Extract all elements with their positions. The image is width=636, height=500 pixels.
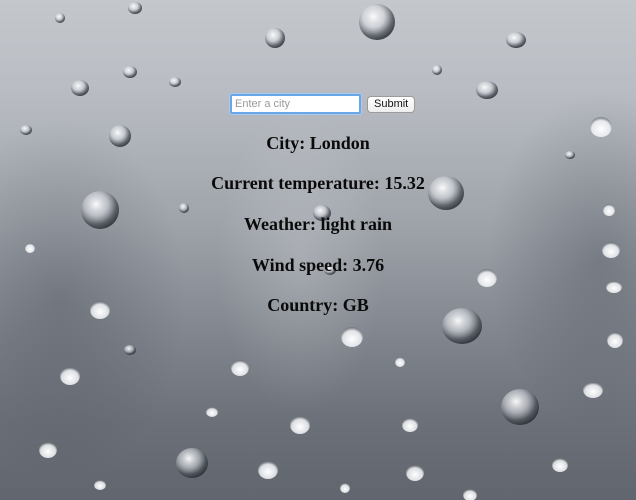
city-search-form: Submit: [229, 93, 416, 115]
city-input[interactable]: [229, 93, 362, 115]
city-text: City: London: [266, 133, 370, 153]
country-text: Country: GB: [267, 295, 369, 315]
weather-description-text: Weather: light rain: [244, 214, 392, 234]
submit-button[interactable]: Submit: [367, 95, 416, 113]
wind-speed-text: Wind speed: 3.76: [251, 255, 385, 275]
raindrops-decoration: [20, 2, 623, 500]
raindrops: [20, 2, 623, 500]
temperature-text: Current temperature: 15.32: [211, 173, 425, 193]
